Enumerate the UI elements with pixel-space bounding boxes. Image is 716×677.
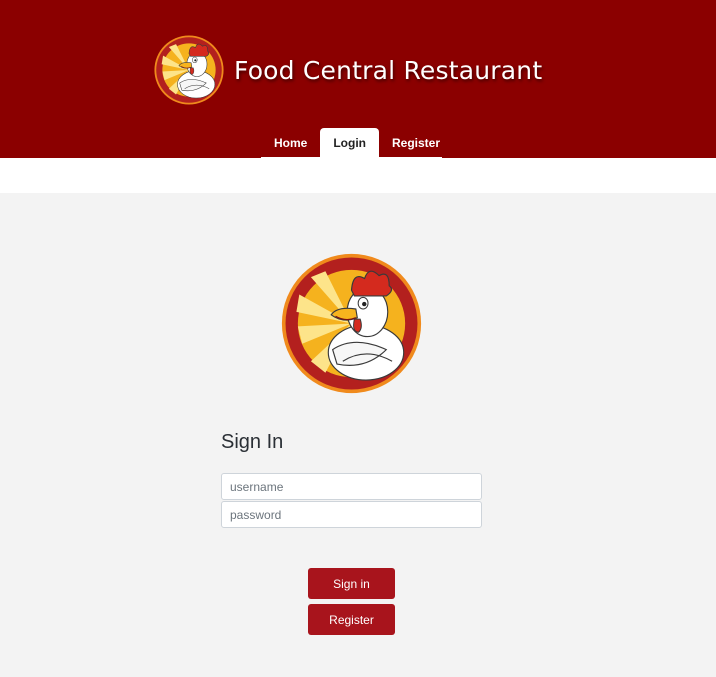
- site-header: Food Central Restaurant Home Login Regis…: [0, 0, 716, 158]
- nav-home[interactable]: Home: [261, 128, 320, 158]
- username-input[interactable]: [221, 473, 482, 500]
- register-button[interactable]: Register: [308, 604, 395, 635]
- brand[interactable]: Food Central Restaurant: [153, 34, 542, 106]
- rooster-mascot-icon: [279, 251, 424, 396]
- header-spacer: [0, 158, 716, 193]
- sign-in-button[interactable]: Sign in: [308, 568, 395, 599]
- site-title: Food Central Restaurant: [234, 55, 543, 85]
- sign-in-heading: Sign In: [221, 431, 284, 453]
- main-nav: Home Login Register: [261, 128, 453, 158]
- nav-login[interactable]: Login: [320, 128, 379, 158]
- password-input[interactable]: [221, 501, 482, 528]
- rooster-mascot-icon: [153, 34, 225, 106]
- nav-register[interactable]: Register: [379, 128, 453, 158]
